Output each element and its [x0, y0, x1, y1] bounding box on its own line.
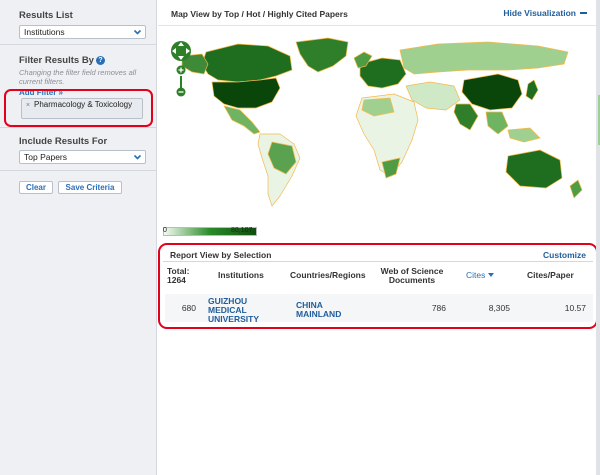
map-region: [223, 105, 261, 135]
include-results-select[interactable]: Top Papers: [19, 150, 146, 164]
sort-desc-icon: [488, 273, 495, 277]
minus-icon: [580, 12, 587, 14]
scrollbar-track[interactable]: [596, 0, 600, 475]
filter-chip-label: Pharmacology & Toxicology: [34, 100, 133, 109]
help-icon[interactable]: ?: [95, 56, 105, 65]
filter-title: Filter Results By?: [19, 55, 105, 66]
col-cites-per-paper[interactable]: Cites/Paper: [527, 271, 574, 280]
include-results-title: Include Results For: [19, 136, 108, 147]
world-map[interactable]: [168, 30, 593, 230]
col-countries-regions[interactable]: Countries/Regions: [290, 271, 366, 280]
col-cites-sorted[interactable]: Cites: [466, 270, 495, 280]
include-results-selected: Top Papers: [24, 152, 67, 162]
col-institutions[interactable]: Institutions: [218, 271, 264, 280]
results-list-title: Results List: [19, 10, 73, 21]
results-list-selected: Institutions: [24, 27, 65, 37]
map-region: [485, 111, 509, 135]
sidebar-divider: [0, 127, 157, 128]
map-zoom-control[interactable]: [170, 40, 192, 106]
map-region: [399, 41, 569, 75]
customize-link[interactable]: Customize: [543, 250, 586, 260]
map-header: Map View by Top / Hot / Highly Cited Pap…: [158, 0, 600, 26]
sidebar-divider: [0, 170, 157, 171]
map-region: [453, 103, 479, 131]
pan-control-icon: [171, 41, 191, 61]
country-link[interactable]: CHINA MAINLAND: [296, 301, 341, 319]
zoom-slider-track: [180, 76, 182, 88]
close-icon[interactable]: ×: [26, 102, 30, 111]
map-region: [211, 77, 281, 109]
map-region: [507, 127, 541, 143]
report-divider: [163, 261, 593, 262]
hide-visualization-button[interactable]: Hide Visualization: [503, 8, 587, 18]
app-window: Results List Institutions Filter Results…: [0, 0, 600, 475]
row-wos: 786: [431, 303, 446, 313]
map-region: [461, 73, 523, 111]
zoom-out-icon: [176, 87, 186, 97]
sidebar: Results List Institutions Filter Results…: [0, 0, 157, 475]
chevron-down-icon: [132, 27, 143, 37]
map-region: [295, 37, 349, 73]
chevron-down-icon: [132, 152, 143, 162]
map-region: [201, 43, 293, 83]
country-line2: MAINLAND: [296, 309, 342, 319]
institution-link[interactable]: GUIZHOU MEDICAL UNIVERSITY: [208, 297, 259, 324]
report-title: Report View by Selection: [170, 250, 272, 260]
sidebar-divider: [0, 44, 157, 45]
row-cites: 8,305: [488, 303, 510, 313]
save-criteria-button[interactable]: Save Criteria: [58, 181, 122, 194]
row-rank: 680: [181, 303, 196, 313]
main-panel: Map View by Top / Hot / Highly Cited Pap…: [158, 0, 600, 475]
col-cites-label: Cites: [466, 270, 486, 280]
clear-button[interactable]: Clear: [19, 181, 53, 194]
legend-max-label: 80,107: [231, 227, 253, 234]
map-region: [525, 79, 539, 101]
zoom-in-icon: [176, 65, 186, 75]
institution-line3: UNIVERSITY: [208, 314, 260, 324]
col-wos-documents[interactable]: Web of Science Documents: [374, 267, 450, 285]
map-region: [505, 149, 563, 189]
map-title: Map View by Top / Hot / Highly Cited Pap…: [171, 9, 348, 19]
col-wos-line2: Documents: [388, 275, 436, 285]
legend-min-label: 0: [163, 227, 167, 234]
filter-title-text: Filter Results By: [19, 55, 94, 66]
filter-chip: × Pharmacology & Toxicology: [21, 98, 143, 119]
row-cites-per-paper: 10.57: [564, 303, 586, 313]
filter-hint: Changing the filter field removes all cu…: [19, 68, 137, 86]
total-value: 1264: [167, 275, 186, 285]
results-list-select[interactable]: Institutions: [19, 25, 146, 39]
map-region: [569, 179, 583, 199]
hide-visualization-label: Hide Visualization: [503, 8, 576, 18]
